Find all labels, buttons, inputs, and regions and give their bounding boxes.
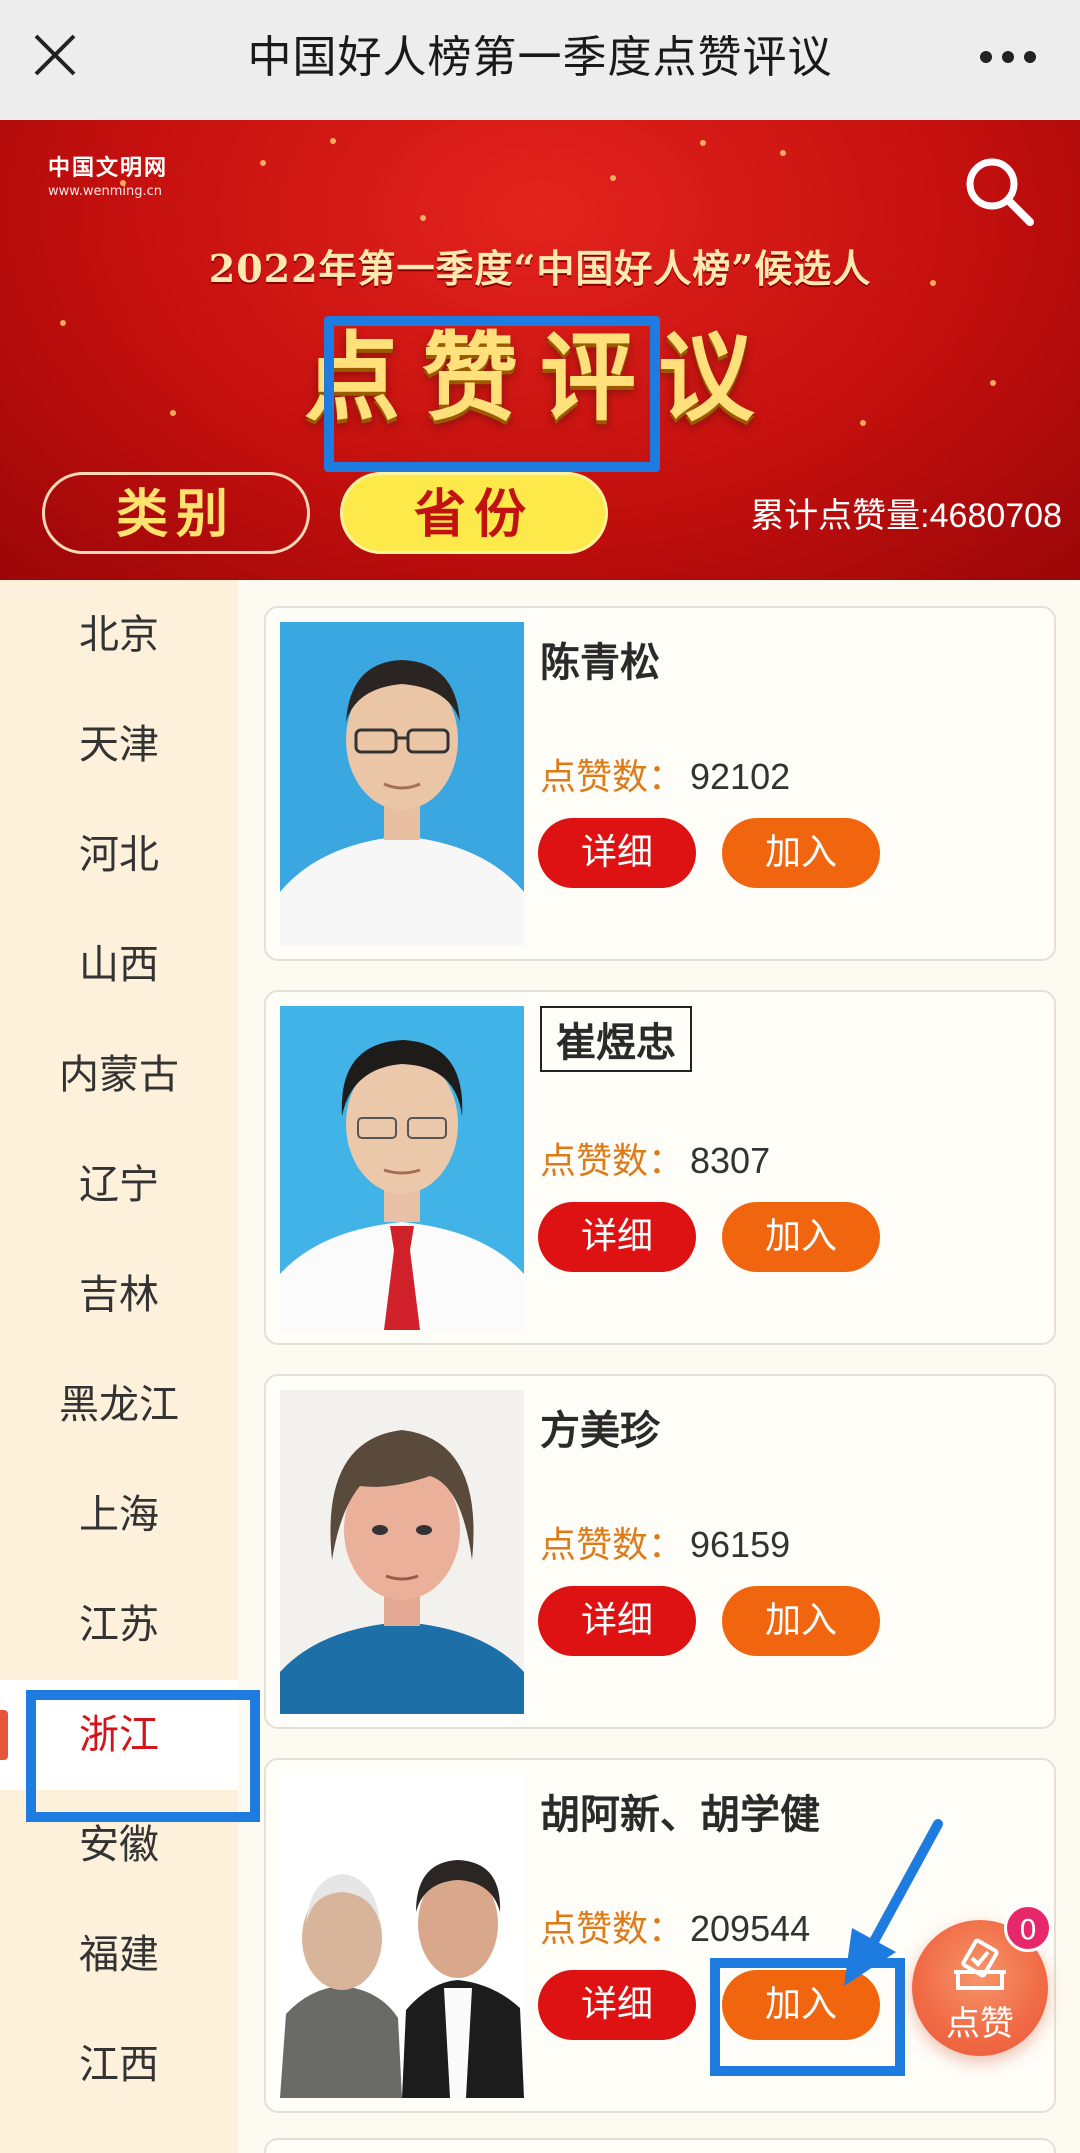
tab-province[interactable]: 省份 [340, 472, 608, 554]
votes-label: 点赞数： [540, 1909, 685, 1950]
total-likes: 累计点赞量:4680708 [750, 488, 1062, 537]
candidate-card [264, 2138, 1056, 2153]
top-bar: 中国好人榜第一季度点赞评议 [0, 0, 1080, 120]
sidebar-item-liaoning[interactable]: 辽宁 [0, 1130, 238, 1240]
candidate-photo[interactable] [280, 1774, 524, 2098]
province-sidebar: 北京 天津 河北 山西 内蒙古 辽宁 吉林 黑龙江 上海 江苏 浙江 安徽 福建… [0, 580, 238, 2153]
votes-label: 点赞数： [540, 757, 685, 798]
highlight-box-province [324, 316, 660, 472]
detail-button[interactable]: 详细 [538, 1202, 696, 1272]
brand-logo: 中国文明网 www.wenming.cn [48, 150, 168, 199]
banner-subtitle: 2022年第一季度“中国好人榜”候选人 [208, 246, 872, 291]
total-likes-value: 4680708 [929, 497, 1062, 535]
brand-url: www.wenming.cn [48, 184, 162, 199]
sidebar-item-neimenggu[interactable]: 内蒙古 [0, 1020, 238, 1130]
like-float-label: 点赞 [946, 2004, 1014, 2044]
search-icon[interactable] [960, 152, 1038, 230]
sidebar-item-shanghai[interactable]: 上海 [0, 1460, 238, 1570]
votes-label: 点赞数： [540, 1525, 685, 1566]
candidate-votes: 点赞数： 92102 [540, 748, 790, 800]
candidate-card: 方美珍 点赞数： 96159 详细 加入 [264, 1374, 1056, 1729]
candidate-name: 陈青松 [540, 640, 660, 686]
vote-box-icon [954, 1938, 1006, 1990]
sidebar-item-jilin[interactable]: 吉林 [0, 1240, 238, 1350]
detail-button[interactable]: 详细 [538, 1586, 696, 1656]
detail-button[interactable]: 详细 [538, 1970, 696, 2040]
candidate-votes: 点赞数： 209544 [540, 1900, 810, 1952]
candidate-name: 方美珍 [540, 1408, 660, 1454]
candidate-photo[interactable] [280, 1390, 524, 1714]
votes-label: 点赞数： [540, 1141, 685, 1182]
join-button[interactable]: 加入 [722, 1202, 880, 1272]
join-button[interactable]: 加入 [722, 1586, 880, 1656]
candidate-name: 胡阿新、胡学健 [540, 1792, 820, 1838]
votes-count: 92102 [690, 756, 791, 797]
highlight-box-zhejiang [26, 1690, 260, 1822]
page-title: 中国好人榜第一季度点赞评议 [247, 32, 833, 83]
detail-button[interactable]: 详细 [538, 818, 696, 888]
total-likes-label: 累计点赞量: [750, 497, 930, 535]
candidate-votes: 点赞数： 96159 [540, 1516, 790, 1568]
sidebar-item-heilongjiang[interactable]: 黑龙江 [0, 1350, 238, 1460]
votes-count: 209544 [690, 1908, 811, 1949]
like-count-badge: 0 [1004, 1904, 1052, 1952]
sidebar-item-hebei[interactable]: 河北 [0, 800, 238, 910]
sidebar-item-beijing[interactable]: 北京 [0, 580, 238, 690]
more-options-icon[interactable] [978, 50, 1038, 64]
candidate-photo[interactable] [280, 1006, 524, 1330]
candidate-card: 陈青松 点赞数： 92102 详细 加入 [264, 606, 1056, 961]
candidate-card: 崔煜忠 点赞数： 8307 详细 加入 [264, 990, 1056, 1345]
candidate-name: 崔煜忠 [540, 1006, 692, 1072]
brand-name: 中国文明网 [48, 155, 169, 181]
sidebar-item-shanxi[interactable]: 山西 [0, 910, 238, 1020]
sidebar-item-jiangsu[interactable]: 江苏 [0, 1570, 238, 1680]
close-icon[interactable] [30, 30, 80, 80]
votes-count: 96159 [690, 1524, 791, 1565]
sidebar-item-fujian[interactable]: 福建 [0, 1900, 238, 2010]
candidate-votes: 点赞数： 8307 [540, 1132, 770, 1184]
tab-category[interactable]: 类别 [42, 472, 310, 554]
candidate-photo[interactable] [280, 622, 524, 946]
sidebar-item-jiangxi[interactable]: 江西 [0, 2010, 238, 2120]
votes-count: 8307 [690, 1140, 771, 1181]
join-button[interactable]: 加入 [722, 818, 880, 888]
sidebar-item-tianjin[interactable]: 天津 [0, 690, 238, 800]
